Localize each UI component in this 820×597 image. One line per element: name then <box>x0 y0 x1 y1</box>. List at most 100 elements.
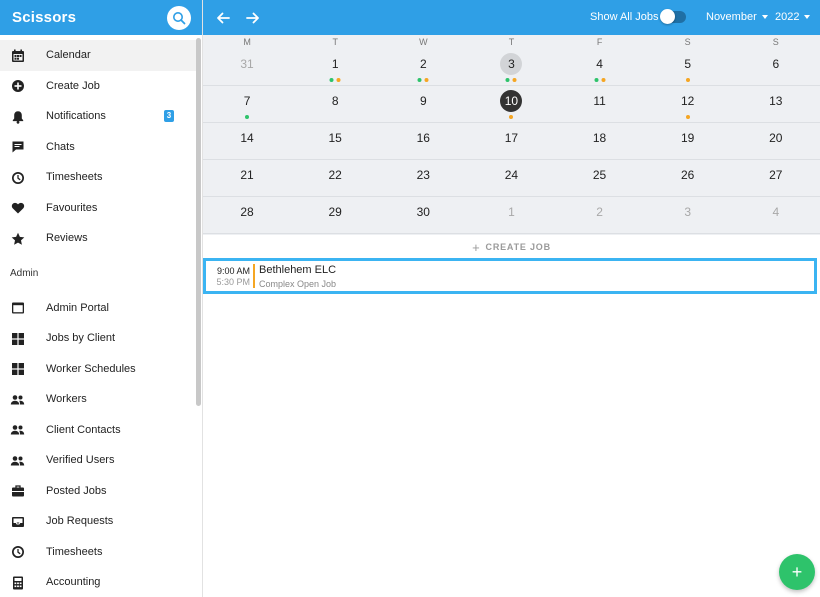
orange-job-dot <box>685 78 690 82</box>
weekday-label: W <box>419 37 428 47</box>
day-number: 16 <box>416 131 430 145</box>
calendar-week-row: 28 29 30 1 2 3 4 <box>203 197 820 234</box>
day-number: 6 <box>772 57 780 71</box>
day-number: 1 <box>331 57 339 71</box>
sidebar-item-notifications[interactable]: Notifications 3 <box>0 101 196 132</box>
sidebar-item-favourites[interactable]: Favourites <box>0 193 196 224</box>
day-number: 18 <box>592 131 607 145</box>
sidebar-item-label: Calendar <box>46 49 91 62</box>
year-select[interactable]: 2022 <box>775 11 811 23</box>
add-job-fab[interactable]: + <box>779 554 815 590</box>
sidebar-item-create-job[interactable]: Create Job <box>0 71 196 102</box>
day-number: 3 <box>684 205 692 219</box>
calendar-day-cell[interactable]: 13 <box>732 86 820 122</box>
calendar-day-cell[interactable]: 3 <box>467 49 555 85</box>
day-number: 24 <box>504 168 519 182</box>
calendar-day-cell[interactable]: 12 <box>644 86 732 122</box>
show-all-jobs-toggle[interactable] <box>660 9 686 24</box>
job-indicator-dots <box>329 78 341 82</box>
orange-job-dot <box>424 78 429 82</box>
calendar-day-cell[interactable]: 2 <box>379 49 467 85</box>
calendar-day-cell[interactable]: 5 <box>644 49 732 85</box>
sidebar-item-chats[interactable]: Chats <box>0 132 196 163</box>
calculator-icon <box>10 575 25 590</box>
sidebar-item-calendar[interactable]: Calendar <box>0 40 196 71</box>
sidebar-item-verified-users[interactable]: Verified Users <box>0 445 196 476</box>
calendar-day-cell[interactable]: 30 <box>379 197 467 233</box>
window-icon <box>10 301 25 316</box>
star-icon <box>10 231 25 246</box>
calendar-day-cell[interactable]: 26 <box>644 160 732 196</box>
day-number: 8 <box>331 94 339 108</box>
sidebar-item-label: Worker Schedules <box>46 362 136 375</box>
sidebar-item-label: Reviews <box>46 232 88 245</box>
calendar-day-cell[interactable]: 11 <box>556 86 644 122</box>
month-value: November <box>706 11 757 23</box>
calendar-day-cell[interactable]: 17 <box>467 123 555 159</box>
sidebar-item-admin-portal[interactable]: Admin Portal <box>0 293 196 324</box>
calendar-day-cell[interactable]: 1 <box>467 197 555 233</box>
job-indicator-dots <box>594 78 606 82</box>
calendar-day-cell[interactable]: 1 <box>291 49 379 85</box>
calendar-day-cell[interactable]: 24 <box>467 160 555 196</box>
calendar-day-cell[interactable]: 4 <box>732 197 820 233</box>
calendar-day-cell[interactable]: 22 <box>291 160 379 196</box>
create-job-button[interactable]: + CREATE JOB <box>203 237 820 257</box>
calendar-day-cell[interactable]: 29 <box>291 197 379 233</box>
sidebar-item-client-contacts[interactable]: Client Contacts <box>0 415 196 446</box>
weekday-label: F <box>596 37 603 47</box>
sidebar-item-label: Chats <box>46 140 75 153</box>
day-number: 15 <box>328 131 342 145</box>
sidebar-item-accounting[interactable]: Accounting <box>0 567 196 597</box>
calendar-day-cell[interactable]: 31 <box>203 49 291 85</box>
calendar-day-cell[interactable]: 3 <box>644 197 732 233</box>
calendar-day-cell[interactable]: 4 <box>556 49 644 85</box>
sidebar-item-workers[interactable]: Workers <box>0 384 196 415</box>
day-number: 14 <box>240 131 254 145</box>
day-number: 26 <box>681 168 695 182</box>
calendar-day-cell[interactable]: 15 <box>291 123 379 159</box>
sidebar-item-worker-schedules[interactable]: Worker Schedules <box>0 354 196 385</box>
day-number: 29 <box>328 205 342 219</box>
sidebar-item-posted-jobs[interactable]: Posted Jobs <box>0 476 196 507</box>
calendar-day-cell[interactable]: 25 <box>556 160 644 196</box>
calendar-day-cell[interactable]: 6 <box>732 49 820 85</box>
calendar-day-cell[interactable]: 9 <box>379 86 467 122</box>
green-job-dot <box>505 78 510 82</box>
day-number: 13 <box>769 94 783 108</box>
forward-arrow-icon[interactable] <box>244 9 262 27</box>
back-arrow-icon[interactable] <box>214 9 232 27</box>
calendar-day-cell[interactable]: 7 <box>203 86 291 122</box>
sidebar-item-timesheets[interactable]: Timesheets <box>0 162 196 193</box>
search-button[interactable] <box>167 6 191 30</box>
calendar-day-cell[interactable]: 19 <box>644 123 732 159</box>
sidebar-item-job-requests[interactable]: Job Requests <box>0 506 196 537</box>
calendar-grid: 31 1 2 3 4 5 6 7 8 9 10 11 12 13 14 15 16 17 18 19 20 21 22 23 2… <box>203 49 820 234</box>
calendar-day-cell[interactable]: 18 <box>556 123 644 159</box>
sidebar-item-jobs-by-client[interactable]: Jobs by Client <box>0 323 196 354</box>
day-number: 11 <box>593 94 606 108</box>
job-indicator-dots <box>685 115 690 119</box>
day-number: 1 <box>508 205 515 219</box>
calendar-day-cell[interactable]: 14 <box>203 123 291 159</box>
calendar-day-cell[interactable]: 28 <box>203 197 291 233</box>
sidebar-item-admin-timesheets[interactable]: Timesheets <box>0 537 196 568</box>
day-number: 5 <box>684 57 692 71</box>
job-card[interactable]: 9:00 AM 5:30 PM Bethlehem ELC Complex Op… <box>203 258 817 294</box>
calendar-day-cell[interactable]: 2 <box>556 197 644 233</box>
calendar-week-row: 14 15 16 17 18 19 20 <box>203 123 820 160</box>
month-select[interactable]: November <box>706 11 768 23</box>
month-calendar: MTWTFSS 31 1 2 3 4 5 6 7 8 9 10 11 12 13 14 15 16 17 18 19 2… <box>203 35 820 235</box>
calendar-day-cell[interactable]: 27 <box>732 160 820 196</box>
calendar-day-cell[interactable]: 10 <box>467 86 555 122</box>
calendar-day-cell[interactable]: 21 <box>203 160 291 196</box>
calendar-day-cell[interactable]: 8 <box>291 86 379 122</box>
sidebar-item-label: Posted Jobs <box>46 484 107 497</box>
job-start-time: 9:00 AM <box>216 266 250 276</box>
calendar-day-cell[interactable]: 16 <box>379 123 467 159</box>
sidebar-item-reviews[interactable]: Reviews <box>0 223 196 254</box>
green-job-dot <box>417 78 422 82</box>
calendar-day-cell[interactable]: 23 <box>379 160 467 196</box>
sidebar-scrollbar[interactable] <box>196 38 201 406</box>
calendar-day-cell[interactable]: 20 <box>732 123 820 159</box>
